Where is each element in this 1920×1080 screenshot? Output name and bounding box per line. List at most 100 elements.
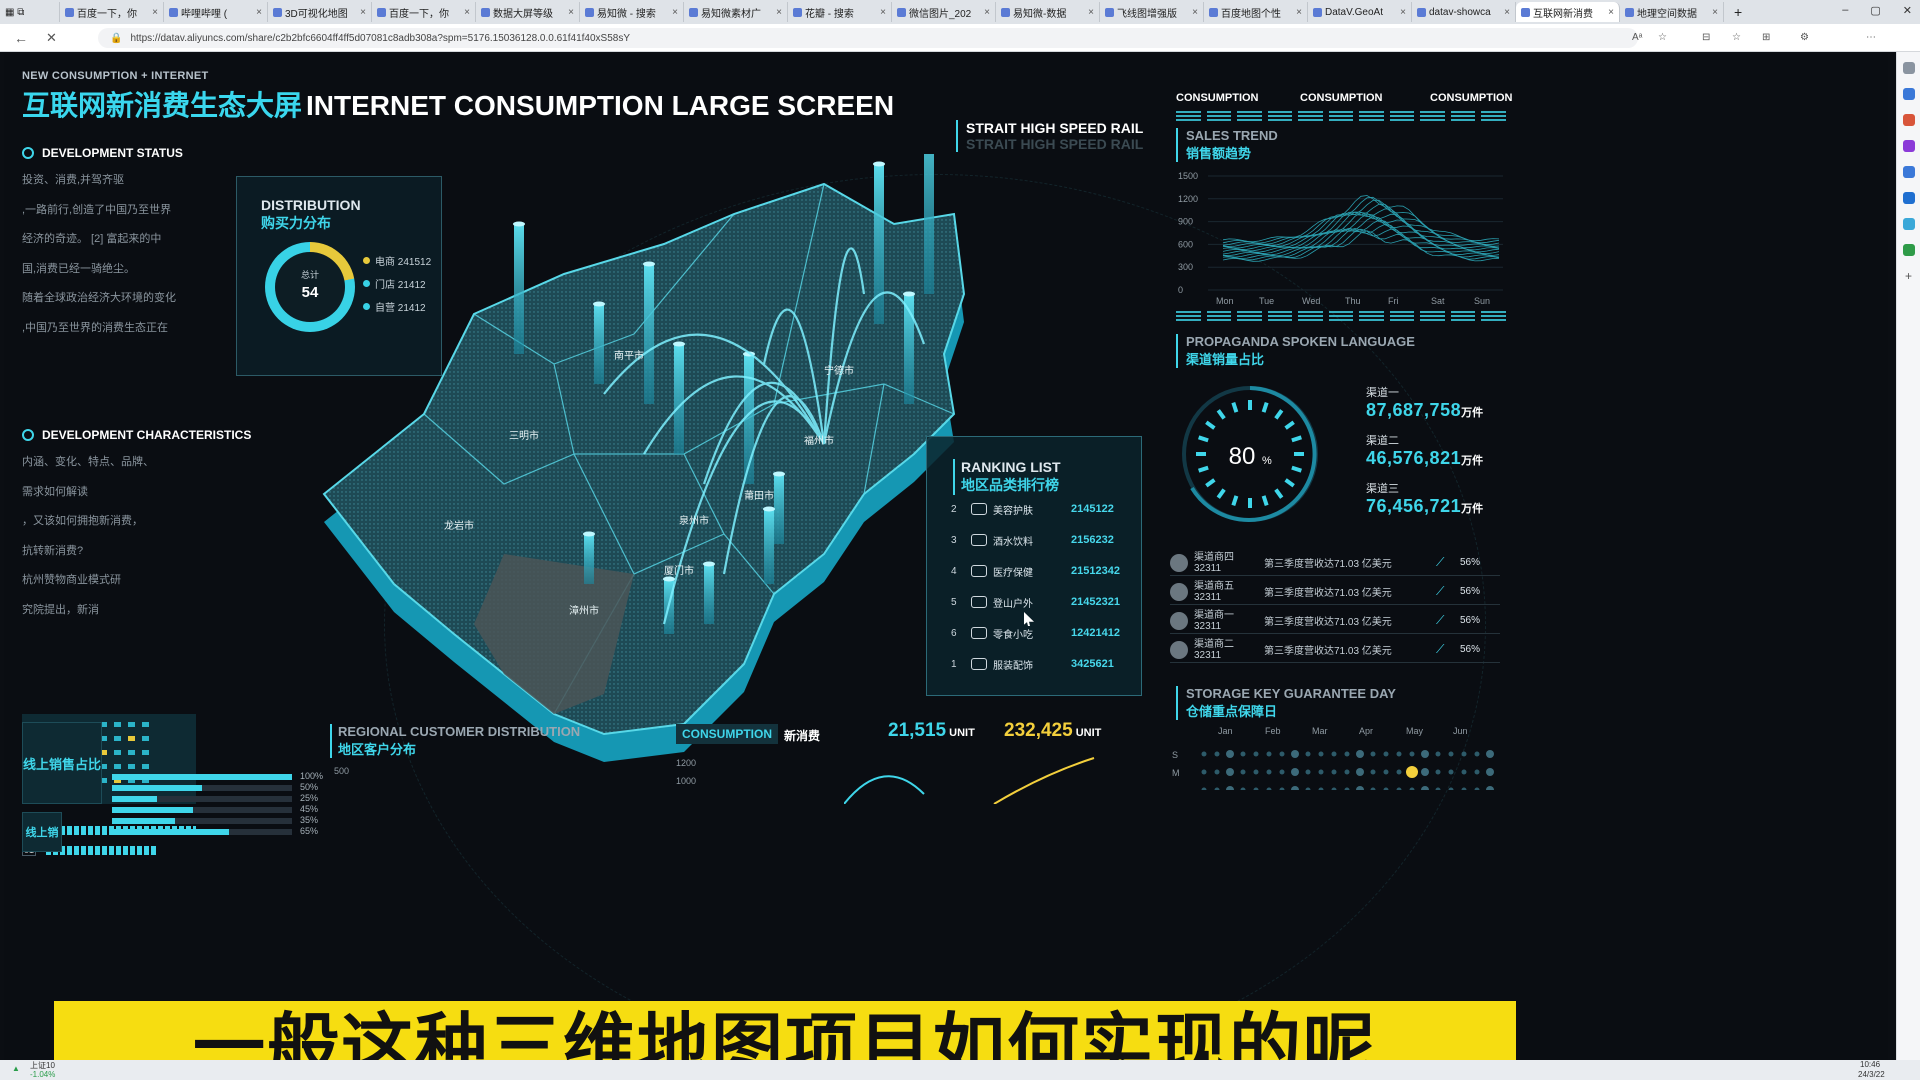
favorites-icon[interactable]: ☆	[1732, 32, 1741, 43]
extensions-icon[interactable]: ⚙	[1800, 32, 1809, 43]
dealer-row[interactable]: 渠道商四 32311 第三季度营收达71.03 亿美元 ⟋ 56%	[1170, 550, 1500, 576]
dealer-row[interactable]: 渠道商五 32311 第三季度营收达71.03 亿美元 ⟋ 56%	[1170, 579, 1500, 605]
minimize-button[interactable]: –	[1842, 4, 1848, 17]
add-icon[interactable]: +	[1903, 270, 1915, 282]
tab-close-icon[interactable]: ×	[1400, 7, 1406, 18]
tab-close-icon[interactable]: ×	[1192, 7, 1198, 18]
tab-close-icon[interactable]: ×	[360, 7, 366, 18]
browser-tab[interactable]: DataV.GeoAt ×	[1308, 2, 1412, 22]
outlook-icon[interactable]	[1902, 192, 1915, 204]
browser-tab[interactable]: 易知微 - 搜索 ×	[580, 2, 684, 22]
tab-close-icon[interactable]: ×	[256, 7, 262, 18]
city-label[interactable]: 厦门市	[664, 564, 694, 577]
tab-menu[interactable]: ▦ ⧉	[0, 2, 60, 22]
heat-dot	[1279, 769, 1285, 775]
city-label[interactable]: 泉州市	[679, 514, 709, 527]
shopping-icon[interactable]	[1902, 88, 1915, 100]
data-pillar[interactable]	[584, 534, 594, 584]
window-controls: – ▢ ✕	[1842, 4, 1912, 17]
data-pillar[interactable]	[644, 264, 654, 404]
send-icon[interactable]	[1902, 218, 1915, 230]
consumption-button[interactable]: CONSUMPTION	[676, 724, 778, 744]
ranking-value: 21452321	[1071, 596, 1120, 608]
heat-dot	[1486, 786, 1494, 790]
url-input[interactable]: 🔒 https://datav.aliyuncs.com/share/c2b2b…	[98, 28, 1638, 48]
data-pillar[interactable]	[774, 474, 784, 544]
tab-close-icon[interactable]: ×	[152, 7, 158, 18]
browser-tab[interactable]: 地理空间数据 ×	[1620, 2, 1724, 22]
tab-close-icon[interactable]: ×	[464, 7, 470, 18]
data-pillar[interactable]	[764, 509, 774, 584]
tools-icon[interactable]	[1902, 114, 1915, 126]
browser-tab[interactable]: 哔哩哔哩 (×	[164, 2, 268, 22]
ranking-row[interactable]: 5 登山户外 21452321	[951, 592, 1141, 612]
data-pillar[interactable]	[874, 164, 884, 324]
channel-stat: 渠道二 46,576,821万件	[1366, 432, 1483, 469]
data-pillar[interactable]	[514, 224, 524, 354]
city-label[interactable]: 龙岩市	[444, 519, 474, 532]
browser-tab[interactable]: 飞线图增强版 ×	[1100, 2, 1204, 22]
dealer-row[interactable]: 渠道商一 32311 第三季度营收达71.03 亿美元 ⟋ 56%	[1170, 608, 1500, 634]
new-tab-button[interactable]: +	[1724, 4, 1752, 20]
heat-dot	[1396, 787, 1402, 790]
candy-icon	[971, 627, 987, 639]
collections-icon[interactable]: ⊞	[1762, 32, 1770, 43]
tab-close-icon[interactable]: ×	[1088, 7, 1094, 18]
tab-close-icon[interactable]: ×	[1504, 7, 1510, 18]
heat-dot	[1318, 751, 1324, 757]
split-screen-icon[interactable]: ⊟	[1702, 32, 1710, 43]
games-icon[interactable]	[1902, 140, 1915, 152]
city-label[interactable]: 南平市	[614, 349, 644, 362]
read-aloud-icon[interactable]: Aᵃ	[1632, 32, 1642, 43]
browser-tab[interactable]: 3D可视化地图 ×	[268, 2, 372, 22]
office-icon[interactable]	[1902, 166, 1915, 178]
ranking-category: 登山户外	[993, 598, 1033, 610]
trend-x-tick: Wed	[1302, 296, 1320, 306]
tab-close-icon[interactable]: ×	[1712, 7, 1718, 18]
browser-tab[interactable]: 易知微素材广 ×	[684, 2, 788, 22]
city-label[interactable]: 莆田市	[744, 489, 774, 502]
browser-tab[interactable]: 百度地图个性 ×	[1204, 2, 1308, 22]
city-label[interactable]: 漳州市	[569, 604, 599, 617]
reload-icon[interactable]: ✕	[46, 30, 57, 46]
consumption-head: CONSUMPTION	[1300, 92, 1383, 104]
browser-tab[interactable]: 花瓣 - 搜索 ×	[788, 2, 892, 22]
tab-close-icon[interactable]: ×	[984, 7, 990, 18]
browser-tab[interactable]: 百度一下，你 ×	[60, 2, 164, 22]
data-pillar[interactable]	[924, 154, 934, 294]
browser-tab[interactable]: 微信图片_202 ×	[892, 2, 996, 22]
browser-tab[interactable]: 百度一下，你 ×	[372, 2, 476, 22]
heat-dot	[1266, 751, 1272, 757]
browser-tab[interactable]: 数据大屏等级 ×	[476, 2, 580, 22]
tab-close-icon[interactable]: ×	[880, 7, 886, 18]
tree-icon[interactable]	[1902, 244, 1915, 256]
ranking-row[interactable]: 3 酒水饮料 2156232	[951, 530, 1141, 550]
ranking-row[interactable]: 1 服装配饰 3425621	[951, 654, 1141, 674]
search-icon[interactable]	[1902, 62, 1915, 74]
maximize-button[interactable]: ▢	[1870, 4, 1880, 17]
ranking-row[interactable]: 6 零食小吃 12421412	[951, 623, 1141, 643]
dealer-row[interactable]: 渠道商二 32311 第三季度营收达71.03 亿美元 ⟋ 56%	[1170, 637, 1500, 663]
browser-tab[interactable]: datav-showca ×	[1412, 2, 1516, 22]
tab-close-icon[interactable]: ×	[672, 7, 678, 18]
tab-close-icon[interactable]: ×	[1296, 7, 1302, 18]
back-icon[interactable]: ←	[14, 30, 28, 46]
close-window-button[interactable]: ✕	[1903, 4, 1912, 17]
browser-tab[interactable]: 互联网新消费 ×	[1516, 2, 1620, 22]
favorite-icon[interactable]: ☆	[1658, 32, 1667, 43]
browser-tab[interactable]: 易知微-数据 ×	[996, 2, 1100, 22]
city-label[interactable]: 宁德市	[824, 364, 854, 377]
heat-dot	[1356, 768, 1364, 776]
data-pillar[interactable]	[674, 344, 684, 454]
data-pillar[interactable]	[594, 304, 604, 384]
city-label[interactable]: 福州市	[804, 434, 834, 447]
tab-close-icon[interactable]: ×	[1608, 7, 1614, 18]
ranking-row[interactable]: 2 美容护肤 2145122	[951, 499, 1141, 519]
sales-trend-chart[interactable]: 1500 1200 900 600 300 0 Mon Tue Wed Thu Fri Sat Sun	[1168, 166, 1508, 308]
ranking-row[interactable]: 4 医疗保健 21512342	[951, 561, 1141, 581]
tab-close-icon[interactable]: ×	[776, 7, 782, 18]
data-pillar[interactable]	[704, 564, 714, 624]
more-icon[interactable]: ⋯	[1866, 32, 1876, 43]
city-label[interactable]: 三明市	[509, 429, 539, 442]
tab-close-icon[interactable]: ×	[568, 7, 574, 18]
